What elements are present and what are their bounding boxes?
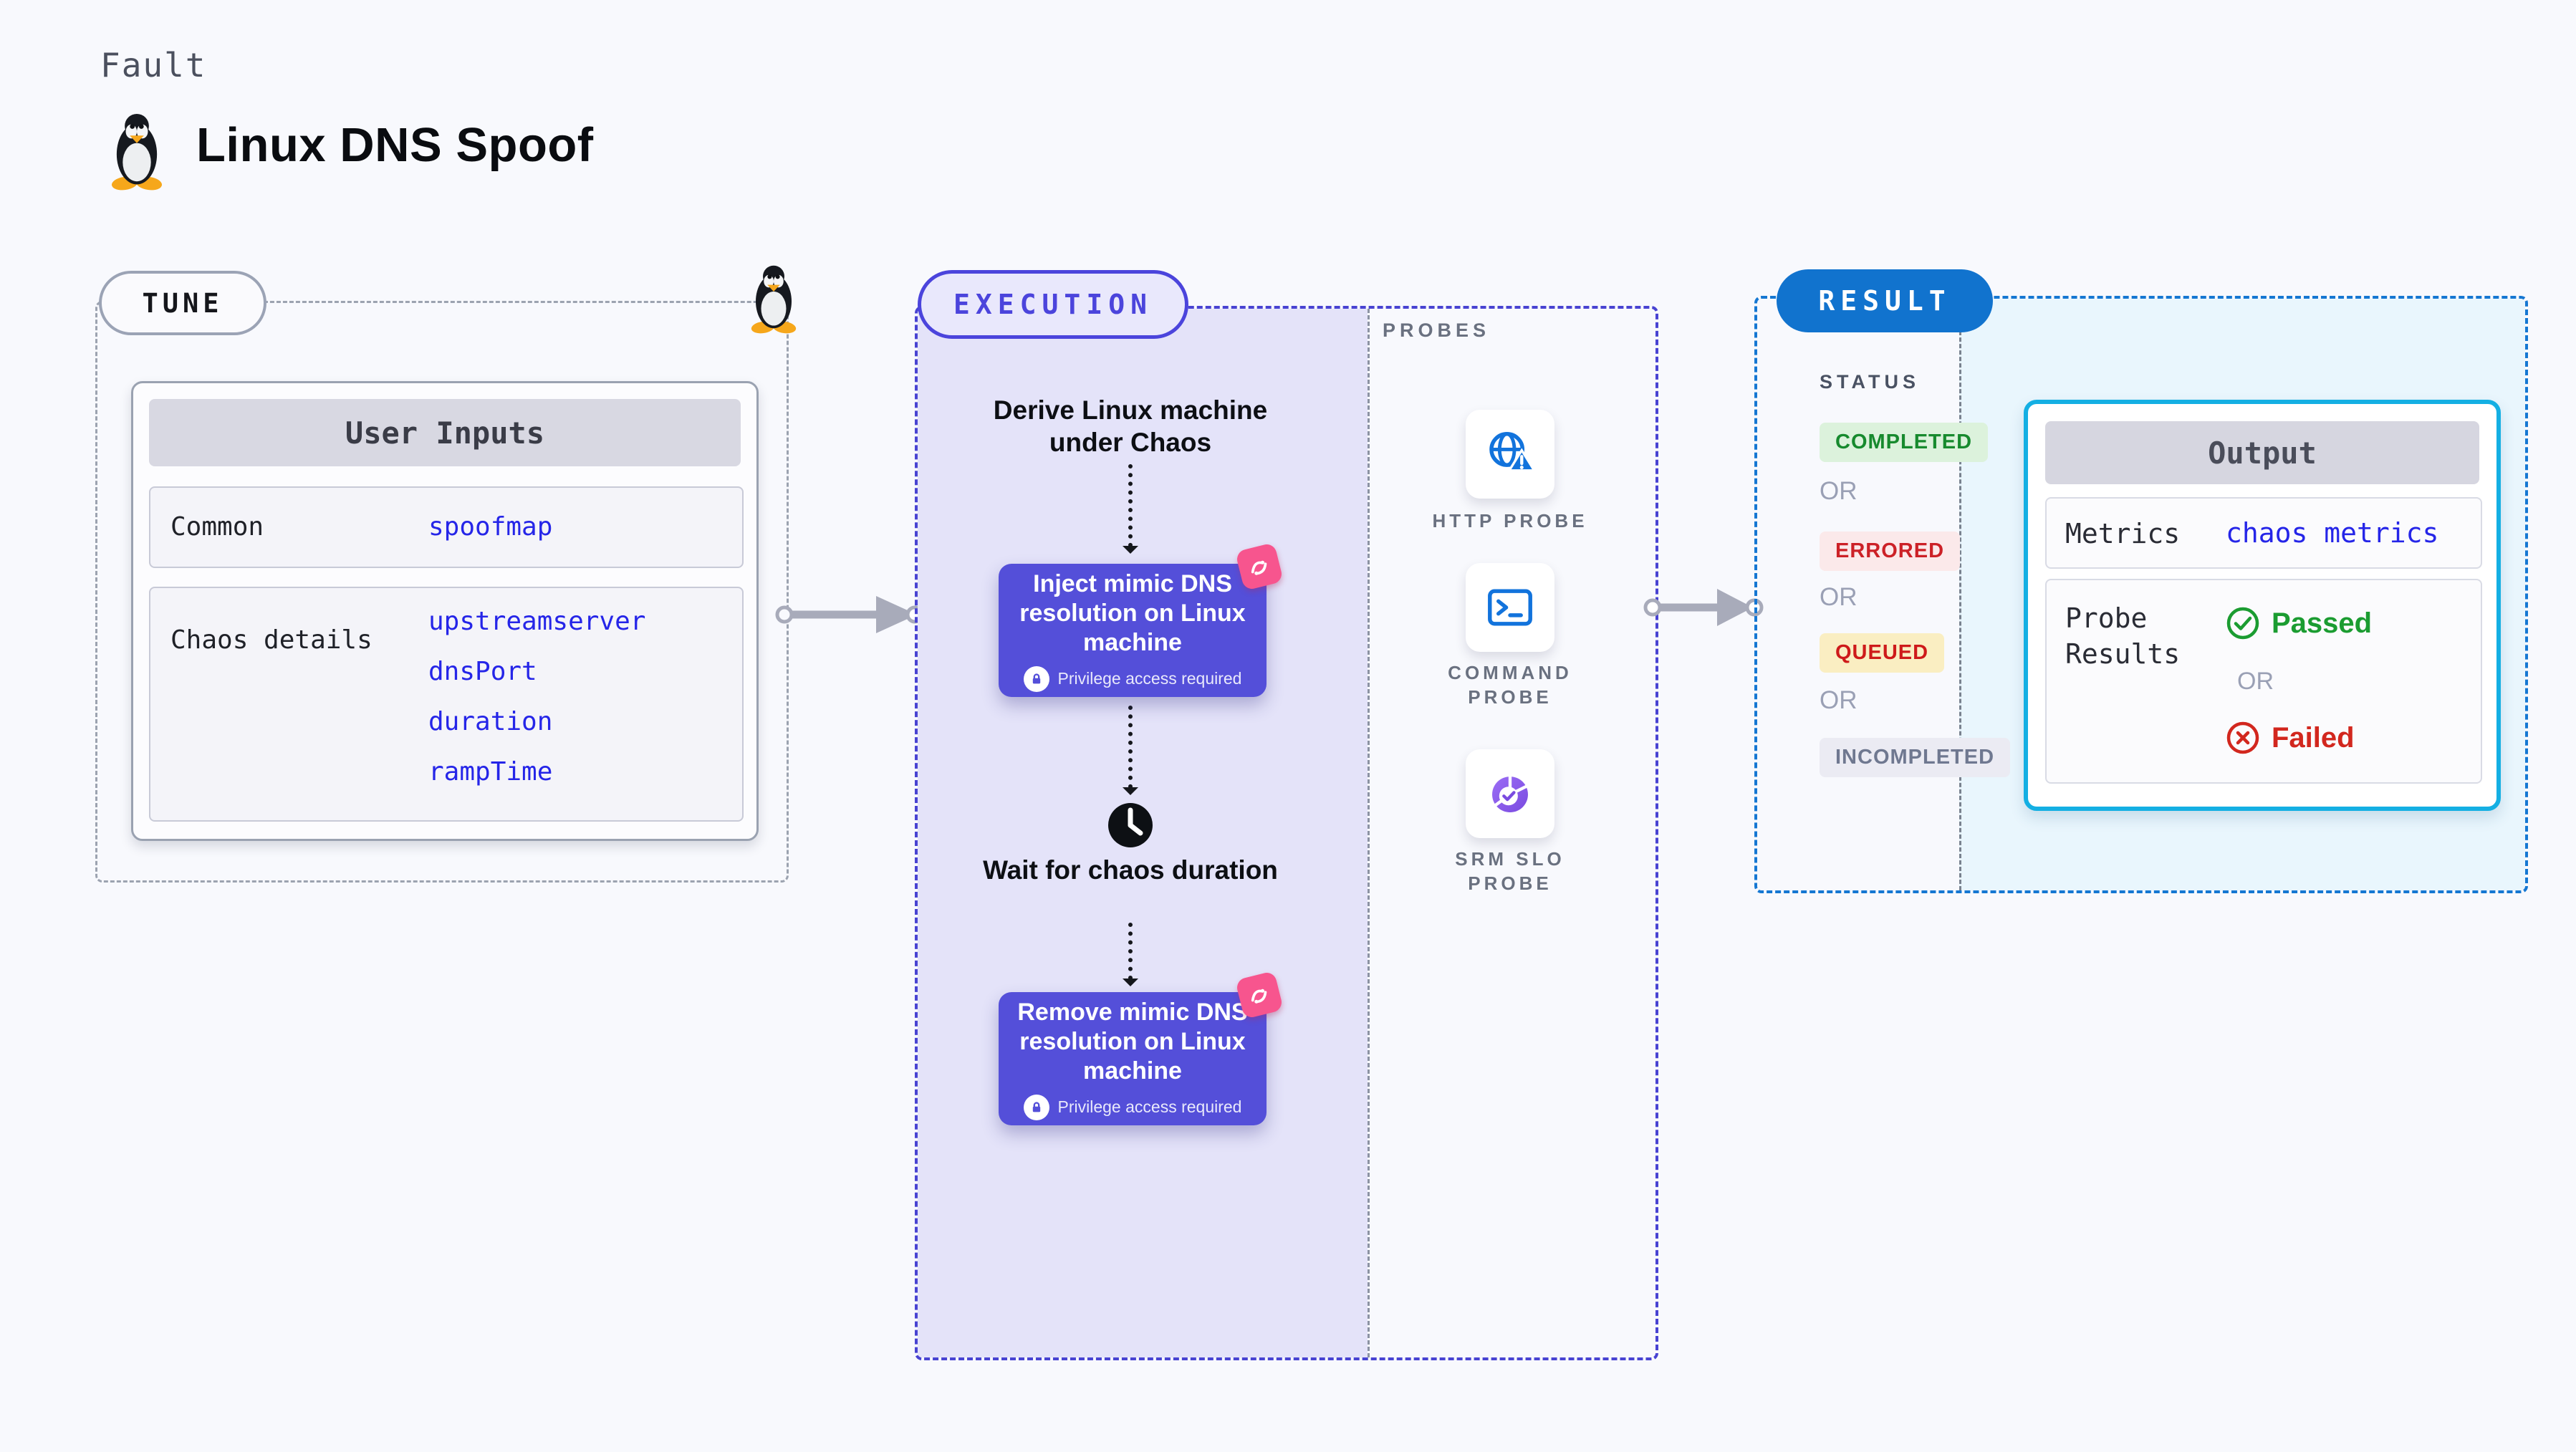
- status-heading: STATUS: [1820, 371, 1920, 393]
- tune-pill: TUNE: [99, 271, 266, 335]
- tux-penguin-icon-small: [751, 265, 797, 334]
- input-row-label: Common: [170, 512, 264, 542]
- check-circle-icon: [2226, 607, 2259, 640]
- privilege-note: Privilege access required: [1057, 669, 1242, 688]
- flow-connector: [1128, 706, 1133, 789]
- input-value: duration: [428, 707, 553, 736]
- status-badge-completed: COMPLETED: [1820, 423, 1989, 462]
- probe-results-label: Probe Results: [2065, 602, 2181, 670]
- remove-dns-label: Remove mimic DNS resolution on Linux mac…: [1017, 998, 1248, 1085]
- probes-heading: PROBES: [1383, 319, 1491, 341]
- failed-verdict: Failed: [2226, 721, 2355, 755]
- tune-to-execution-arrow: [775, 596, 924, 633]
- lock-icon: [1023, 665, 1049, 692]
- input-value: dnsPort: [428, 657, 537, 686]
- metrics-label: Metrics: [2065, 518, 2181, 549]
- flow-connector-arrowhead: [1123, 546, 1138, 562]
- output-card-title: Output: [2045, 421, 2479, 484]
- page-title: Linux DNS Spoof: [196, 118, 594, 172]
- step-wait-label: Wait for chaos duration: [983, 855, 1278, 885]
- remove-dns-node: Remove mimic DNS resolution on Linux mac…: [999, 971, 1284, 1125]
- input-row-label: Chaos details: [170, 625, 373, 655]
- srm-slo-probe-label: SRM SLO PROBE: [1455, 848, 1565, 894]
- tux-penguin-icon: [111, 113, 163, 191]
- user-inputs-card: User Inputs Common spoofmap Chaos detail…: [131, 381, 759, 841]
- flow-connector: [1128, 923, 1133, 980]
- execution-to-result-arrow: [1643, 589, 1764, 626]
- or-separator: OR: [1820, 686, 1857, 714]
- or-separator: OR: [1820, 477, 1857, 505]
- srm-slo-probe-card: [1466, 749, 1554, 838]
- user-inputs-title: User Inputs: [149, 399, 741, 466]
- step-derive-label: Derive Linux machine under Chaos: [993, 395, 1268, 457]
- x-circle-icon: [2226, 721, 2259, 754]
- input-value: rampTime: [428, 757, 553, 787]
- terminal-icon: [1488, 589, 1532, 626]
- metrics-row: Metrics chaos metrics: [2045, 497, 2482, 569]
- passed-verdict: Passed: [2226, 606, 2372, 640]
- status-output-divider: [1959, 299, 1961, 890]
- status-badge-errored: ERRORED: [1820, 532, 1961, 571]
- inject-dns-node: Inject mimic DNS resolution on Linux mac…: [999, 542, 1284, 697]
- metrics-value: chaos metrics: [2226, 517, 2439, 549]
- fault-eyebrow: Fault: [100, 46, 207, 85]
- execution-pill: EXECUTION: [918, 270, 1188, 339]
- clock-icon: [1108, 803, 1153, 847]
- http-probe-label: HTTP PROBE: [1432, 510, 1588, 532]
- input-row-common: Common spoofmap: [149, 486, 744, 568]
- result-pill: RESULT: [1777, 269, 1993, 332]
- slo-pie-check-icon: [1492, 774, 1528, 813]
- or-separator: OR: [2237, 668, 2274, 695]
- probe-results-row: Probe Results Passed OR Failed: [2045, 579, 2482, 784]
- privilege-note: Privilege access required: [1057, 1097, 1242, 1116]
- inject-dns-label: Inject mimic DNS resolution on Linux mac…: [1019, 569, 1246, 656]
- globe-alert-icon: [1489, 432, 1537, 472]
- command-probe-label: COMMAND PROBE: [1448, 662, 1572, 708]
- fault-diagram: Fault Linux DNS Spoof TUNE User Inputs C…: [0, 0, 2576, 1452]
- output-card: Output Metrics chaos metrics Probe Resul…: [2024, 400, 2501, 811]
- command-probe-card: [1466, 563, 1554, 652]
- input-value: upstreamserver: [428, 607, 646, 636]
- or-separator: OR: [1820, 583, 1857, 611]
- flow-connector: [1128, 464, 1133, 547]
- execution-probes-divider: [1368, 309, 1370, 1357]
- input-row-chaos-details: Chaos details upstreamserver dnsPort dur…: [149, 587, 744, 822]
- passed-label: Passed: [2272, 607, 2373, 639]
- failed-label: Failed: [2272, 721, 2355, 754]
- http-probe-card: [1466, 410, 1554, 499]
- lock-icon: [1023, 1094, 1049, 1120]
- input-value: spoofmap: [428, 512, 553, 542]
- status-badge-queued: QUEUED: [1820, 633, 1945, 673]
- status-badge-incompleted: INCOMPLETED: [1820, 738, 2011, 777]
